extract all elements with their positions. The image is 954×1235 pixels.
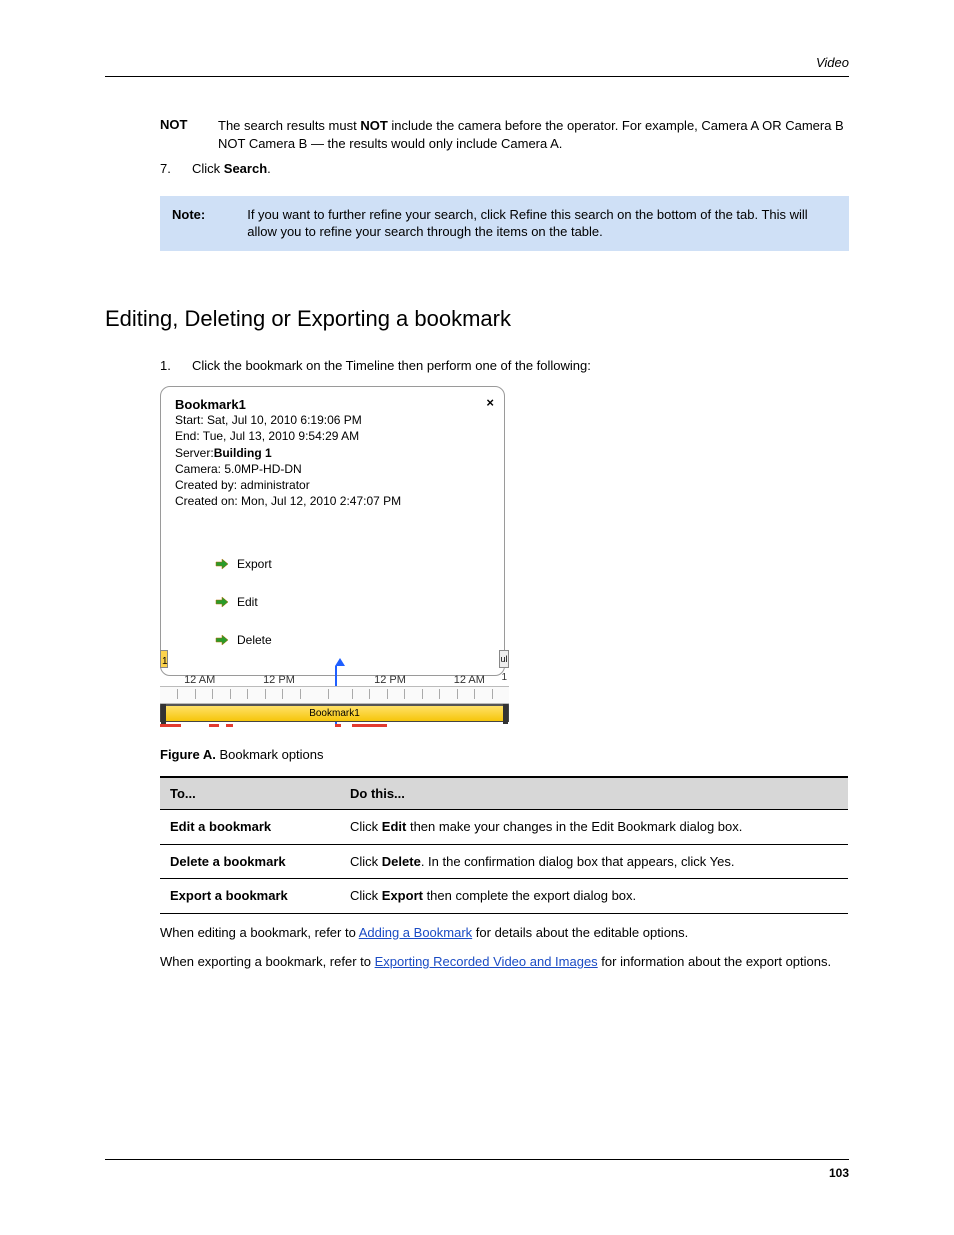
table-cell-to: Delete a bookmark	[160, 844, 340, 879]
timeline-ticks	[160, 686, 509, 704]
bookmark-popup: × Bookmark1 Start: Sat, Jul 10, 2010 6:1…	[160, 386, 505, 676]
bookmark-created-on: Created on: Mon, Jul 12, 2010 2:47:07 PM	[175, 493, 490, 509]
boolean-description: The search results must NOT include the …	[218, 117, 849, 152]
reference-line-2: When exporting a bookmark, refer to Expo…	[105, 953, 849, 971]
table-cell-do: Click Edit then make your changes in the…	[340, 809, 848, 844]
options-table: To... Do this... Edit a bookmark Click E…	[160, 776, 848, 914]
table-row: Export a bookmark Click Export then comp…	[160, 879, 848, 914]
step-text-prefix: Click	[192, 161, 224, 176]
step-1: 1. Click the bookmark on the Timeline th…	[160, 357, 849, 375]
table-cell-do: Click Delete. In the confirmation dialog…	[340, 844, 848, 879]
adding-bookmark-link[interactable]: Adding a Bookmark	[359, 925, 472, 940]
step-number: 1.	[160, 357, 174, 375]
bookmark-start: Start: Sat, Jul 10, 2010 6:19:06 PM	[175, 412, 490, 428]
boolean-desc-prefix: The search results must	[218, 118, 360, 133]
delete-label: Delete	[237, 633, 272, 647]
edit-button[interactable]: Edit	[215, 595, 490, 609]
export-label: Export	[237, 557, 272, 571]
step-text-button: Search	[224, 161, 267, 176]
note-text: If you want to further refine your searc…	[247, 206, 837, 241]
page-footer: 103	[105, 1159, 849, 1180]
figure-caption: Figure A. Bookmark options	[105, 746, 849, 764]
note-box: Note: If you want to further refine your…	[160, 196, 849, 251]
arrow-right-icon	[215, 557, 229, 571]
playhead-marker-icon[interactable]	[335, 658, 345, 666]
page-number: 103	[829, 1166, 849, 1180]
table-cell-to: Edit a bookmark	[160, 809, 340, 844]
bookmark-server: Server:Building 1	[175, 445, 490, 461]
timeline-right-stub: ul	[499, 650, 509, 668]
timeline[interactable]: 1 ul 12 AM 12 PM 12 PM 12 AM 1 Bookmark1	[160, 668, 509, 728]
boolean-operator-row: NOT The search results must NOT include …	[160, 117, 849, 152]
table-header-do: Do this...	[340, 777, 848, 810]
note-label: Note:	[172, 206, 205, 241]
server-value: Building 1	[214, 446, 272, 460]
bookmark-bar[interactable]: Bookmark1	[160, 704, 509, 722]
arrow-right-icon	[215, 633, 229, 647]
table-header-to: To...	[160, 777, 340, 810]
bookmark-title: Bookmark1	[175, 397, 490, 412]
step-number: 7.	[160, 160, 174, 178]
bookmark-created-by: Created by: administrator	[175, 477, 490, 493]
server-label: Server:	[175, 446, 214, 460]
table-cell-do: Click Export then complete the export di…	[340, 879, 848, 914]
time-label: 12 AM	[160, 674, 239, 686]
figure-caption-text: Bookmark options	[219, 747, 323, 762]
bookmark-camera: Camera: 5.0MP-HD-DN	[175, 461, 490, 477]
table-cell-to: Export a bookmark	[160, 879, 340, 914]
time-label: 12 PM	[239, 674, 318, 686]
boolean-desc-bold: NOT	[360, 118, 387, 133]
timeline-right-num: 1	[501, 672, 507, 683]
table-row: Delete a bookmark Click Delete. In the c…	[160, 844, 848, 879]
export-button[interactable]: Export	[215, 557, 490, 571]
arrow-right-icon	[215, 595, 229, 609]
header-section-label: Video	[105, 55, 849, 76]
figure-caption-label: Figure A.	[160, 747, 219, 762]
step-7: 7. Click Search.	[160, 160, 849, 178]
step-text: Click Search.	[192, 160, 271, 178]
motion-segments	[160, 724, 509, 728]
boolean-term: NOT	[160, 117, 218, 132]
edit-label: Edit	[237, 595, 258, 609]
table-row: Edit a bookmark Click Edit then make you…	[160, 809, 848, 844]
exporting-video-link[interactable]: Exporting Recorded Video and Images	[375, 954, 598, 969]
time-label: 12 AM	[430, 674, 509, 686]
time-labels: 12 AM 12 PM 12 PM 12 AM 1	[160, 668, 509, 686]
close-icon[interactable]: ×	[486, 395, 494, 410]
delete-button[interactable]: Delete	[215, 633, 490, 647]
section-title: Editing, Deleting or Exporting a bookmar…	[105, 306, 849, 332]
time-label: 12 PM	[350, 674, 429, 686]
bookmark-end: End: Tue, Jul 13, 2010 9:54:29 AM	[175, 428, 490, 444]
timeline-left-num: 1	[162, 656, 168, 667]
step-text: Click the bookmark on the Timeline then …	[192, 357, 591, 375]
step-text-suffix: .	[267, 161, 271, 176]
header-rule	[105, 76, 849, 77]
reference-line-1: When editing a bookmark, refer to Adding…	[105, 924, 849, 942]
